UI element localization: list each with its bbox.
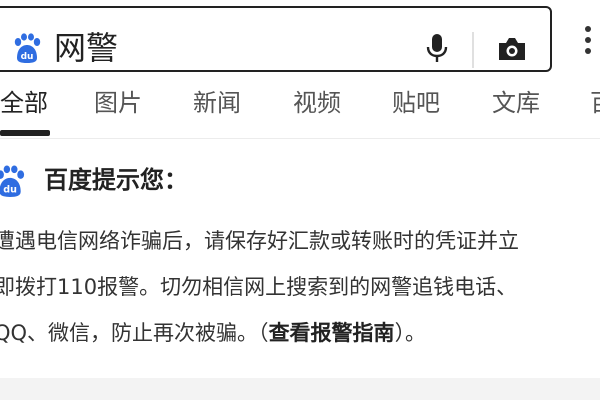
microphone-icon[interactable] [424,32,450,64]
svg-text:du: du [3,185,17,196]
baidu-paw-icon: du [0,165,25,197]
search-tabs: 全部 图片 新闻 视频 贴吧 文库 百 [0,80,600,136]
tab-more[interactable]: 百 [590,86,600,120]
notice-title: 百度提示您： [44,166,188,194]
tab-news[interactable]: 新闻 [193,86,241,120]
notice-line: 即拨打110报警。切勿相信网上搜索到的网警追钱电话、 [0,275,518,299]
notice-line: QQ、微信，防止再次被骗。（ 查看报警指南 ）。 [0,310,600,356]
search-input[interactable]: 网警 [54,28,118,68]
baidu-paw-icon: du [14,33,41,63]
svg-text:du: du [21,52,34,62]
report-guide-link[interactable]: 查看报警指南 [269,310,395,356]
tab-images[interactable]: 图片 [94,86,142,120]
more-vertical-icon[interactable] [584,24,592,56]
tab-tieba[interactable]: 贴吧 [392,86,440,120]
notice-body: 遭遇电信网络诈骗后，请保存好汇款或转账时的凭证并立 即拨打110报警。切勿相信网… [0,218,600,356]
search-box[interactable]: du 网警 [0,6,552,72]
notice-line-text: ）。 [394,321,427,345]
tabs-divider [0,138,600,139]
section-separator [0,378,600,400]
camera-icon[interactable] [496,34,528,64]
tab-wenku[interactable]: 文库 [492,86,540,120]
search-results-page: du 网警 全部 图片 新闻 视频 贴吧 文库 百 [0,0,600,400]
tab-all[interactable]: 全部 [0,86,48,120]
notice-line-text: QQ、微信，防止再次被骗。（ [0,321,269,345]
active-tab-indicator [0,130,50,136]
tab-videos[interactable]: 视频 [293,86,341,120]
notice-line: 遭遇电信网络诈骗后，请保存好汇款或转账时的凭证并立 [0,229,519,253]
toolbar-divider [472,32,474,68]
